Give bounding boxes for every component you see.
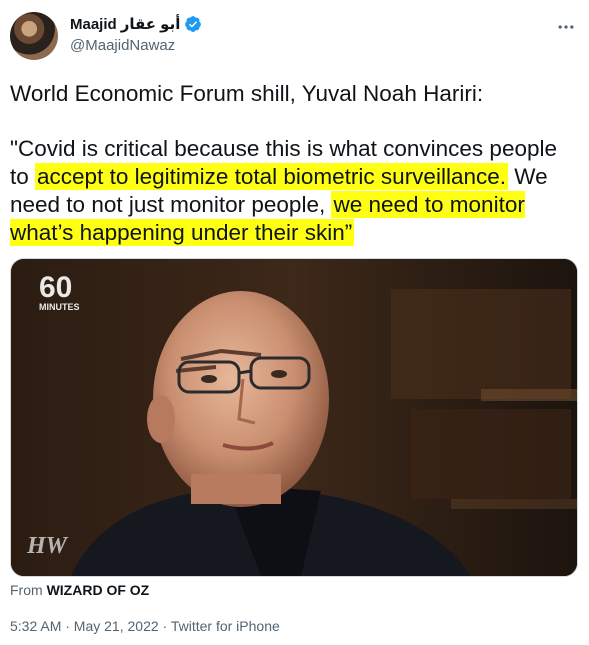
logo-number: 60 <box>39 271 72 304</box>
more-options-icon[interactable] <box>555 16 577 38</box>
media-video[interactable]: 60 MINUTES HW <box>10 258 578 577</box>
tweet-quote: "Covid is critical because this is what … <box>10 135 580 247</box>
avatar[interactable] <box>10 12 58 60</box>
logo-word: MINUTES <box>39 302 80 312</box>
tweet-intro-line: World Economic Forum shill, Yuval Noah H… <box>10 81 484 106</box>
quote-highlight-1: accept to legitimize total biometric sur… <box>35 163 508 190</box>
tweet-header: Maajid أبو عقار @MaajidNawaz <box>10 12 577 64</box>
attribution-source[interactable]: WIZARD OF OZ <box>47 582 150 598</box>
author-name-arabic[interactable]: أبو عقار <box>121 15 181 33</box>
media-attribution: From WIZARD OF OZ <box>10 582 149 598</box>
tweet-timestamp[interactable]: 5:32 AM · May 21, 2022 · Twitter for iPh… <box>10 618 280 634</box>
attribution-prefix: From <box>10 582 43 598</box>
author-handle[interactable]: @MaajidNawaz <box>70 37 202 54</box>
corner-watermark: HW <box>26 533 69 559</box>
name-row: Maajid أبو عقار <box>70 14 202 34</box>
author-block[interactable]: Maajid أبو عقار @MaajidNawaz <box>70 14 202 54</box>
tweet-text: World Economic Forum shill, Yuval Noah H… <box>10 80 580 247</box>
author-name[interactable]: Maajid <box>70 16 117 33</box>
video-frame[interactable]: 60 MINUTES HW <box>11 259 577 576</box>
verified-badge-icon <box>185 16 202 32</box>
